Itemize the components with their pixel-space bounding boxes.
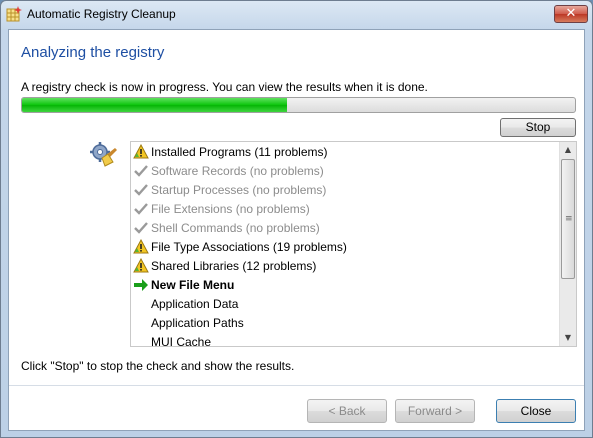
wizard-content: Analyzing the registry A registry check …: [8, 29, 585, 431]
window-close-button[interactable]: ✕: [554, 5, 588, 23]
scroll-up-icon[interactable]: ▲: [560, 142, 576, 158]
intro-text: A registry check is now in progress. You…: [21, 80, 428, 94]
check-icon: [133, 182, 149, 198]
list-item-label: New File Menu: [151, 278, 235, 292]
footer-divider: [9, 385, 584, 386]
back-button[interactable]: < Back: [307, 399, 387, 423]
list-item-label: Shared Libraries (12 problems): [151, 259, 317, 273]
progress-bar: [21, 97, 576, 113]
vertical-scrollbar[interactable]: ▲ ≡ ▼: [559, 142, 576, 346]
warning-triangle-icon: [133, 143, 149, 160]
gear-broom-icon: [90, 142, 117, 167]
close-button[interactable]: Close: [496, 399, 576, 423]
app-icon: [6, 6, 22, 22]
warning-triangle-icon: [133, 238, 149, 255]
list-item-label: Shell Commands (no problems): [151, 221, 320, 235]
results-list[interactable]: Installed Programs (11 problems) Software…: [130, 141, 577, 347]
scroll-thumb[interactable]: ≡: [561, 159, 575, 279]
pending-icon: [133, 296, 149, 312]
check-icon: [133, 220, 149, 236]
wizard-window: Automatic Registry Cleanup ✕ Analyzing t…: [0, 0, 593, 438]
list-item-label: Software Records (no problems): [151, 164, 324, 178]
title-bar[interactable]: Automatic Registry Cleanup ✕: [1, 1, 592, 29]
page-title: Analyzing the registry: [21, 44, 165, 61]
list-item-label: File Extensions (no problems): [151, 202, 310, 216]
hint-text: Click "Stop" to stop the check and show …: [21, 359, 295, 373]
stop-button[interactable]: Stop: [500, 118, 576, 137]
scroll-down-icon[interactable]: ▼: [560, 330, 576, 346]
list-item-label: Installed Programs (11 problems): [151, 145, 328, 159]
list-item-label: File Type Associations (19 problems): [151, 240, 347, 254]
warning-triangle-icon: [133, 257, 149, 274]
pending-icon: [133, 334, 149, 346]
progress-fill: [22, 98, 288, 112]
grip-icon: ≡: [565, 214, 573, 224]
forward-button[interactable]: Forward >: [395, 399, 475, 423]
window-title: Automatic Registry Cleanup: [27, 7, 176, 21]
check-icon: [133, 163, 149, 179]
list-item-label: Application Data: [151, 297, 239, 311]
list-item-label: Application Paths: [151, 316, 244, 330]
pending-icon: [133, 315, 149, 331]
green-arrow-icon: [133, 277, 149, 293]
list-item-label: Startup Processes (no problems): [151, 183, 327, 197]
list-item-label: MUI Cache: [151, 335, 212, 347]
check-icon: [133, 201, 149, 217]
